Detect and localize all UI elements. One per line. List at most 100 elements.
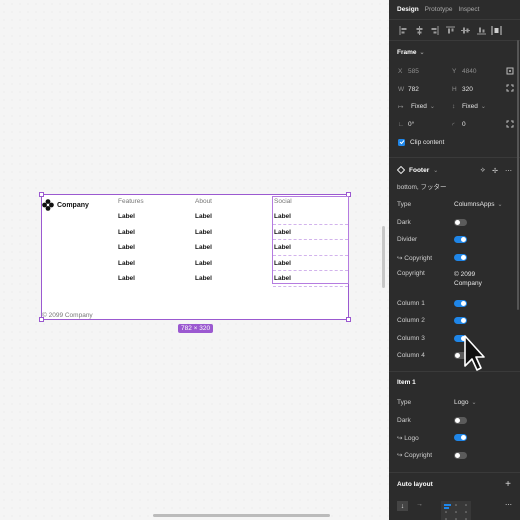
prop-type-row: Type ColumnsApps ⌄ [389,196,520,214]
position-row: X 585 Y 4840 [389,63,520,81]
copyright-toggle[interactable] [454,254,467,262]
h-input[interactable]: 320 [462,86,473,93]
item-logo-row: ↪ Logo [389,429,520,447]
vertical-resize-icon: ↕ [452,103,456,111]
resize-handle-top-left[interactable] [39,192,44,197]
tab-prototype[interactable]: Prototype [425,6,453,19]
column-link[interactable]: Label [118,225,144,241]
column-title: Social [274,198,292,205]
canvas-vertical-scrollbar[interactable] [382,226,385,288]
divider-toggle[interactable] [454,236,467,244]
prop-label: Column 3 [397,334,425,342]
align-horizontal-center-icon[interactable] [412,24,428,36]
more-options-icon[interactable]: ⋯ [505,501,520,509]
x-input[interactable]: 585 [408,68,419,75]
properties-panel: Design Prototype Inspect Frame ⌄ X 585 Y4… [389,0,520,520]
component-name[interactable]: Footer [409,167,429,174]
item-dark-toggle[interactable] [454,416,467,424]
alignment-toolbar [389,20,520,40]
align-bottom-icon[interactable] [474,24,490,36]
horizontal-constraint-select[interactable]: Fixed [411,103,427,110]
column-2-toggle[interactable] [454,317,467,325]
footer-column-features[interactable]: Features Label Label Label Label Label [118,197,144,287]
footer-column-social[interactable]: Social Label Label Label Label Label [272,196,349,287]
constrain-position-icon[interactable] [506,67,514,77]
rotation-input[interactable]: 0° [408,121,414,128]
align-vertical-center-icon[interactable] [458,24,474,36]
column-link[interactable]: Label [118,240,144,256]
prop-divider-row: Divider [389,231,520,249]
column-link[interactable]: Label [195,225,212,241]
prop-label: ↪ Logo [397,434,419,442]
rotation-radius-row: ∟ 0° ◜ 0 [389,116,520,134]
item-copyright-row: ↪ Copyright [389,447,520,465]
column-link[interactable]: Label [195,240,212,256]
type-select[interactable]: ColumnsApps [454,201,494,208]
distribute-icon[interactable] [489,24,505,36]
direction-vertical-icon[interactable]: ↓ [397,501,408,512]
column-link[interactable]: Label [195,271,212,287]
prop-column3-row: Column 3 [389,330,520,348]
independent-corners-icon[interactable] [506,120,514,130]
frame-section-header[interactable]: Frame ⌄ [389,41,520,63]
align-right-icon[interactable] [427,24,443,36]
column-link[interactable]: Label [118,209,144,225]
cursor-arrow-icon [464,335,485,371]
column-link[interactable]: Label [118,271,144,287]
column-link[interactable]: Label [273,240,348,256]
corner-radius-input[interactable]: 0 [462,121,466,128]
footer-column-about[interactable]: About Label Label Label Label Label [195,197,212,287]
frame-size-badge: 782 × 320 [178,324,214,333]
y-input[interactable]: 4840 [462,68,476,75]
add-auto-layout-icon[interactable]: + [505,479,520,490]
more-options-icon[interactable]: ⋯ [505,167,512,175]
align-top-icon[interactable] [443,24,459,36]
w-input[interactable]: 782 [408,86,419,93]
prop-label: Column 4 [397,352,425,360]
clip-content-label: Clip content [410,138,445,146]
column-link[interactable]: Label [195,209,212,225]
design-canvas[interactable]: Company Features Label Label Label Label… [0,0,389,520]
clip-content-row[interactable]: Clip content [389,133,520,151]
item-type-row: Type Logo ⌄ [389,394,520,412]
tab-inspect[interactable]: Inspect [459,6,480,19]
footer-copyright: © 2099 Company [42,312,93,319]
auto-layout-title: Auto layout [397,480,433,488]
dark-toggle[interactable] [454,218,467,226]
prop-label: Dark [397,218,411,226]
direction-horizontal-icon[interactable]: → [416,501,423,508]
prop-label: Type [397,399,412,407]
alignment-grid-icon[interactable] [441,501,471,520]
column-link[interactable]: Label [195,256,212,272]
vertical-constraint-select[interactable]: Fixed [462,103,478,110]
canvas-horizontal-scrollbar[interactable] [153,514,330,517]
clip-content-checkbox[interactable] [398,138,405,146]
column-link[interactable]: Label [273,209,348,225]
copyright-text-input[interactable]: © 2099 Company [454,270,490,288]
panel-scrollbar[interactable] [517,40,519,310]
chevron-down-icon: ⌄ [429,104,435,111]
column-link[interactable]: Label [273,271,348,287]
item-copyright-toggle[interactable] [454,451,467,459]
item-type-select[interactable]: Logo [454,399,468,406]
footer-logo[interactable]: Company [42,199,89,211]
column-link[interactable]: Label [273,256,348,272]
resize-handle-bottom-right[interactable] [346,317,351,322]
w-label: W [398,85,405,93]
prop-copyright-text-row: Copyright © 2099 Company [389,266,520,294]
tab-design[interactable]: Design [397,6,419,19]
align-left-icon[interactable] [396,24,412,36]
prop-label: ↪ Copyright [397,254,433,262]
item-logo-toggle[interactable] [454,434,467,442]
go-to-main-component-icon[interactable]: ⟡ [480,167,485,175]
prop-column2-row: Column 2 [389,312,520,330]
footer-frame[interactable]: Company Features Label Label Label Label… [39,192,351,322]
column-link[interactable]: Label [273,225,348,241]
prop-label: Column 1 [397,299,425,307]
detach-instance-icon[interactable]: ✢ [492,167,498,175]
column-link[interactable]: Label [118,256,144,272]
column-title: About [195,198,212,205]
x-label: X [398,68,403,76]
resize-to-fit-icon[interactable] [506,84,514,94]
column-1-toggle[interactable] [454,299,467,307]
